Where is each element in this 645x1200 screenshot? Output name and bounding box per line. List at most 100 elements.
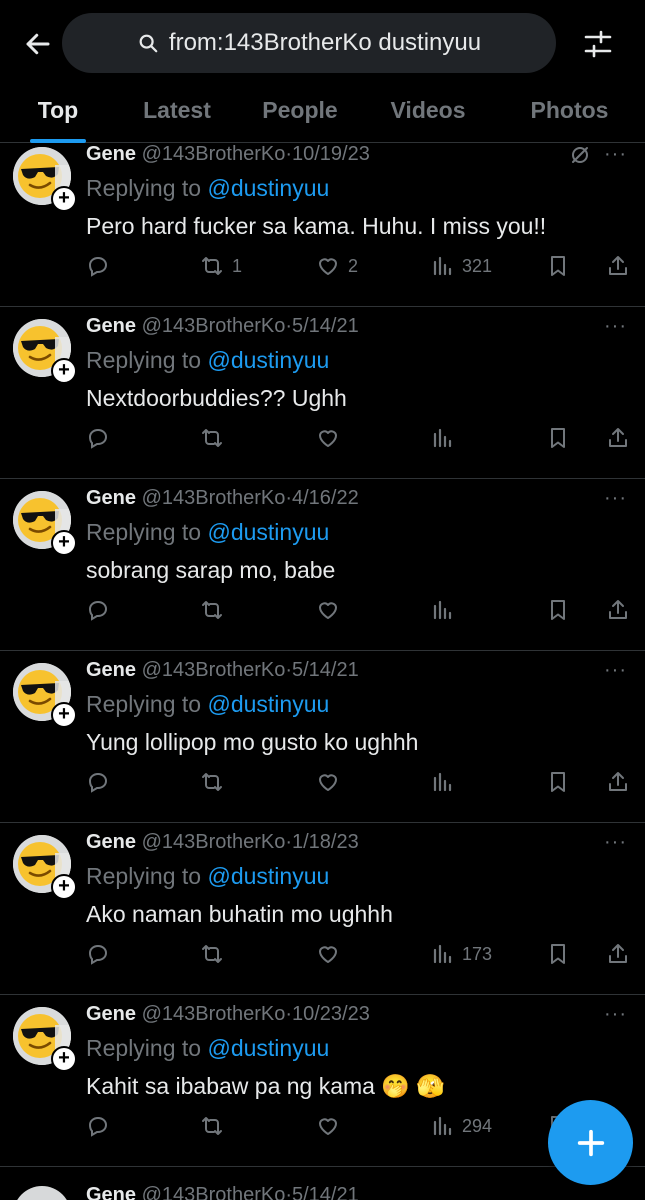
retweet-button[interactable] <box>200 767 232 797</box>
mention-link[interactable]: @dustinyuu <box>207 863 329 889</box>
like-button[interactable] <box>316 939 348 969</box>
follow-plus-badge[interactable]: + <box>51 702 77 728</box>
more-options-button[interactable]: ··· <box>604 487 627 510</box>
handle[interactable]: @143BrotherKo <box>142 1184 286 1200</box>
partial-tweet[interactable]: Gene @143BrotherKo·5/14/21 <box>0 1182 645 1200</box>
views-button[interactable] <box>430 595 462 625</box>
share-button[interactable] <box>606 251 630 281</box>
search-filter-button[interactable] <box>578 24 618 64</box>
display-name[interactable]: Gene <box>86 659 136 681</box>
follow-plus-badge[interactable]: + <box>51 1046 77 1072</box>
display-name[interactable]: Gene <box>86 143 136 165</box>
like-button[interactable] <box>316 767 348 797</box>
handle[interactable]: @143BrotherKo <box>142 487 286 509</box>
reply-button[interactable] <box>86 767 110 797</box>
tweet[interactable]: + Gene @143BrotherKo·5/14/21 ··· Replyin… <box>0 307 645 479</box>
views-button[interactable]: 173 <box>430 939 492 969</box>
handle[interactable]: @143BrotherKo <box>142 659 286 681</box>
tweet[interactable]: + Gene @143BrotherKo·10/19/23 ··· Replyi… <box>0 143 645 307</box>
views-icon <box>433 428 452 448</box>
tab-latest[interactable]: Latest <box>116 85 238 143</box>
display-name[interactable]: Gene <box>86 487 136 509</box>
more-options-button[interactable]: ··· <box>604 315 627 338</box>
back-button[interactable] <box>18 24 58 64</box>
reply-button[interactable] <box>86 423 110 453</box>
retweet-button[interactable] <box>200 423 232 453</box>
like-button[interactable] <box>316 423 348 453</box>
follow-plus-badge[interactable]: + <box>51 358 77 384</box>
tab-videos[interactable]: Videos <box>362 85 494 143</box>
tweet-actions <box>0 423 645 453</box>
display-name[interactable]: Gene <box>86 315 136 337</box>
tab-people[interactable]: People <box>238 85 362 143</box>
reply-button[interactable] <box>86 939 110 969</box>
retweet-button[interactable] <box>200 939 232 969</box>
replying-to: Replying to @dustinyuu <box>86 519 329 546</box>
tweet-date[interactable]: 5/14/21 <box>292 1184 359 1200</box>
share-button[interactable] <box>606 767 630 797</box>
share-button[interactable] <box>606 595 630 625</box>
tab-photos[interactable]: Photos <box>494 85 645 143</box>
bookmark-button[interactable] <box>546 595 570 625</box>
reply-button[interactable] <box>86 595 110 625</box>
bookmark-button[interactable] <box>546 251 570 281</box>
tab-videos-label: Videos <box>390 97 466 123</box>
mention-link[interactable]: @dustinyuu <box>207 175 329 201</box>
share-button[interactable] <box>606 423 630 453</box>
reply-button[interactable] <box>86 251 110 281</box>
reply-button[interactable] <box>86 1111 110 1141</box>
follow-plus-badge[interactable]: + <box>51 874 77 900</box>
views-button[interactable] <box>430 423 462 453</box>
follow-plus-badge[interactable]: + <box>51 186 77 212</box>
handle[interactable]: @143BrotherKo <box>142 143 286 165</box>
compose-button[interactable] <box>548 1100 633 1185</box>
retweet-button[interactable]: 1 <box>200 251 242 281</box>
share-button[interactable] <box>606 939 630 969</box>
views-button[interactable] <box>430 767 462 797</box>
tweet-text: Pero hard fucker sa kama. Huhu. I miss y… <box>86 213 547 239</box>
display-name[interactable]: Gene <box>86 1003 136 1025</box>
tweet-date[interactable]: 10/23/23 <box>292 1003 370 1025</box>
grok-icon[interactable] <box>568 143 592 167</box>
bookmark-button[interactable] <box>546 423 570 453</box>
more-options-button[interactable]: ··· <box>604 143 627 166</box>
tweet-date[interactable]: 1/18/23 <box>292 831 359 853</box>
heart-icon <box>319 602 337 619</box>
views-button[interactable]: 321 <box>430 251 492 281</box>
mention-link[interactable]: @dustinyuu <box>207 347 329 373</box>
replying-to: Replying to @dustinyuu <box>86 347 329 374</box>
heart-icon <box>319 258 337 275</box>
handle[interactable]: @143BrotherKo <box>142 831 286 853</box>
handle[interactable]: @143BrotherKo <box>142 315 286 337</box>
tweet[interactable]: + Gene @143BrotherKo·4/16/22 ··· Replyin… <box>0 479 645 651</box>
like-button[interactable]: 2 <box>316 251 358 281</box>
mention-link[interactable]: @dustinyuu <box>207 519 329 545</box>
tweet-date[interactable]: 5/14/21 <box>292 659 359 681</box>
reply-icon <box>88 256 108 277</box>
follow-plus-badge[interactable]: + <box>51 530 77 556</box>
handle[interactable]: @143BrotherKo <box>142 1003 286 1025</box>
retweet-button[interactable] <box>200 595 232 625</box>
more-options-button[interactable]: ··· <box>604 831 627 854</box>
like-button[interactable] <box>316 595 348 625</box>
bookmark-button[interactable] <box>546 939 570 969</box>
tweet-date[interactable]: 5/14/21 <box>292 315 359 337</box>
tweet-date[interactable]: 4/16/22 <box>292 487 359 509</box>
tab-top[interactable]: Top <box>0 85 116 143</box>
mention-link[interactable]: @dustinyuu <box>207 1035 329 1061</box>
tweet[interactable]: + Gene @143BrotherKo·1/18/23 ··· Replyin… <box>0 823 645 995</box>
views-button[interactable]: 294 <box>430 1111 492 1141</box>
tweet[interactable]: + Gene @143BrotherKo·5/14/21 ··· Replyin… <box>0 651 645 823</box>
like-button[interactable] <box>316 1111 348 1141</box>
display-name[interactable]: Gene <box>86 1184 136 1200</box>
mention-link[interactable]: @dustinyuu <box>207 691 329 717</box>
more-options-button[interactable]: ··· <box>604 659 627 682</box>
display-name[interactable]: Gene <box>86 831 136 853</box>
meta-separator: · <box>285 659 292 681</box>
retweet-button[interactable] <box>200 1111 232 1141</box>
more-options-button[interactable]: ··· <box>604 1003 627 1026</box>
avatar[interactable] <box>13 1186 71 1200</box>
bookmark-button[interactable] <box>546 767 570 797</box>
search-input[interactable]: from:143BrotherKo dustinyuu <box>62 13 556 73</box>
tweet-date[interactable]: 10/19/23 <box>292 143 370 165</box>
